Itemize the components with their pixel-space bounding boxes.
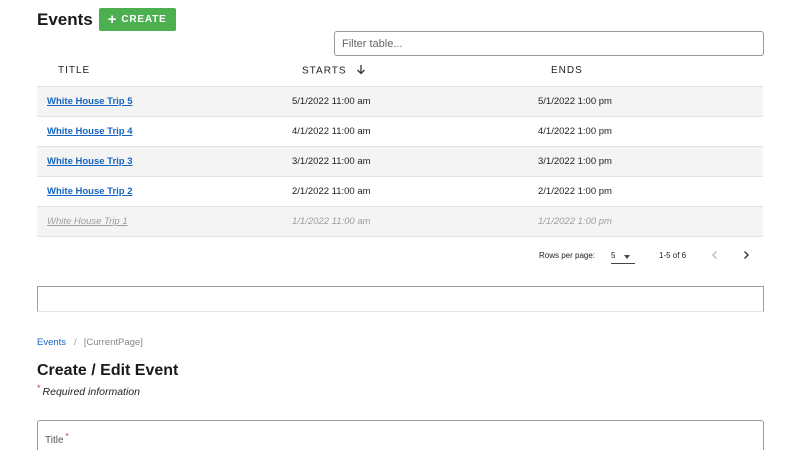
event-title-link[interactable]: White House Trip 1 (47, 216, 128, 227)
column-header-starts-label: STARTS (302, 65, 347, 77)
breadcrumb-current: [CurrentPage] (83, 337, 143, 348)
chevron-right-icon[interactable] (740, 249, 752, 261)
column-header-ends-label: ENDS (551, 65, 583, 77)
create-button-label: CREATE (121, 14, 167, 25)
table-pagination: Rows per page: 5 1-5 of 6 (0, 245, 800, 265)
cell-starts: 2/1/2022 11:00 am (282, 175, 528, 206)
pagination-range: 1-5 of 6 (659, 251, 687, 260)
cell-title: White House Trip 1 (37, 205, 282, 237)
event-title-link[interactable]: White House Trip 2 (47, 186, 133, 197)
breadcrumb-link-events[interactable]: Events (37, 337, 66, 348)
events-header: Events + CREATE (37, 8, 177, 31)
cell-title: White House Trip 2 (37, 175, 282, 206)
breadcrumb: Events / [CurrentPage] (37, 337, 143, 348)
cell-starts: 1/1/2022 11:00 am (282, 205, 528, 237)
cell-starts: 5/1/2022 11:00 am (282, 85, 528, 116)
create-button[interactable]: + CREATE (98, 8, 177, 31)
arrow-down-icon[interactable] (356, 64, 366, 78)
table-row[interactable]: White House Trip 5 5/1/2022 11:00 am 5/1/2… (37, 85, 763, 116)
required-note: * Required information (37, 383, 140, 398)
events-table: TITLE STARTS ENDS White House Trip 5 5/1/… (37, 56, 763, 237)
cell-ends: 4/1/2022 1:00 pm (528, 115, 763, 146)
caret-down-icon (624, 255, 630, 259)
breadcrumb-separator: / (74, 337, 77, 348)
cell-title: White House Trip 5 (37, 85, 282, 116)
cell-starts: 4/1/2022 11:00 am (282, 115, 528, 146)
column-header-title[interactable]: TITLE (37, 56, 282, 86)
title-field-label-text: Title (45, 435, 64, 446)
required-star: * (37, 383, 41, 393)
rows-per-page-value: 5 (611, 251, 616, 260)
empty-panel (37, 286, 764, 312)
chevron-left-icon[interactable] (709, 249, 721, 261)
cell-title: White House Trip 4 (37, 115, 282, 146)
title-field-required-star: * (65, 432, 69, 441)
table-row[interactable]: White House Trip 1 1/1/2022 11:00 am 1/1/2… (37, 205, 763, 237)
table-row[interactable]: White House Trip 3 3/1/2022 11:00 am 3/1/2… (37, 145, 763, 176)
cell-ends: 5/1/2022 1:00 pm (528, 85, 763, 116)
column-header-starts[interactable]: STARTS (282, 56, 528, 86)
table-row[interactable]: White House Trip 4 4/1/2022 11:00 am 4/1/2… (37, 115, 763, 146)
cell-ends: 3/1/2022 1:00 pm (528, 145, 763, 176)
rows-per-page-select[interactable]: 5 (611, 248, 635, 264)
cell-starts: 3/1/2022 11:00 am (282, 145, 528, 176)
column-header-title-label: TITLE (58, 65, 91, 77)
event-title-link[interactable]: White House Trip 4 (47, 126, 133, 137)
required-note-text: Required information (42, 386, 140, 398)
cell-ends: 1/1/2022 1:00 pm (528, 205, 763, 237)
cell-title: White House Trip 3 (37, 145, 282, 176)
plus-icon: + (107, 11, 118, 28)
table-row[interactable]: White House Trip 2 2/1/2022 11:00 am 2/1/2… (37, 175, 763, 206)
form-title: Create / Edit Event (37, 362, 179, 379)
filter-table-input[interactable] (334, 31, 764, 56)
table-header-row: TITLE STARTS ENDS (37, 56, 763, 86)
page-title: Events (37, 9, 93, 29)
event-title-link[interactable]: White House Trip 5 (47, 96, 133, 107)
column-header-ends[interactable]: ENDS (528, 56, 763, 86)
rows-per-page-label: Rows per page: (539, 251, 596, 260)
title-field[interactable]: Title * (37, 420, 764, 450)
event-title-link[interactable]: White House Trip 3 (47, 156, 133, 167)
cell-ends: 2/1/2022 1:00 pm (528, 175, 763, 206)
title-field-label: Title * (45, 432, 69, 446)
